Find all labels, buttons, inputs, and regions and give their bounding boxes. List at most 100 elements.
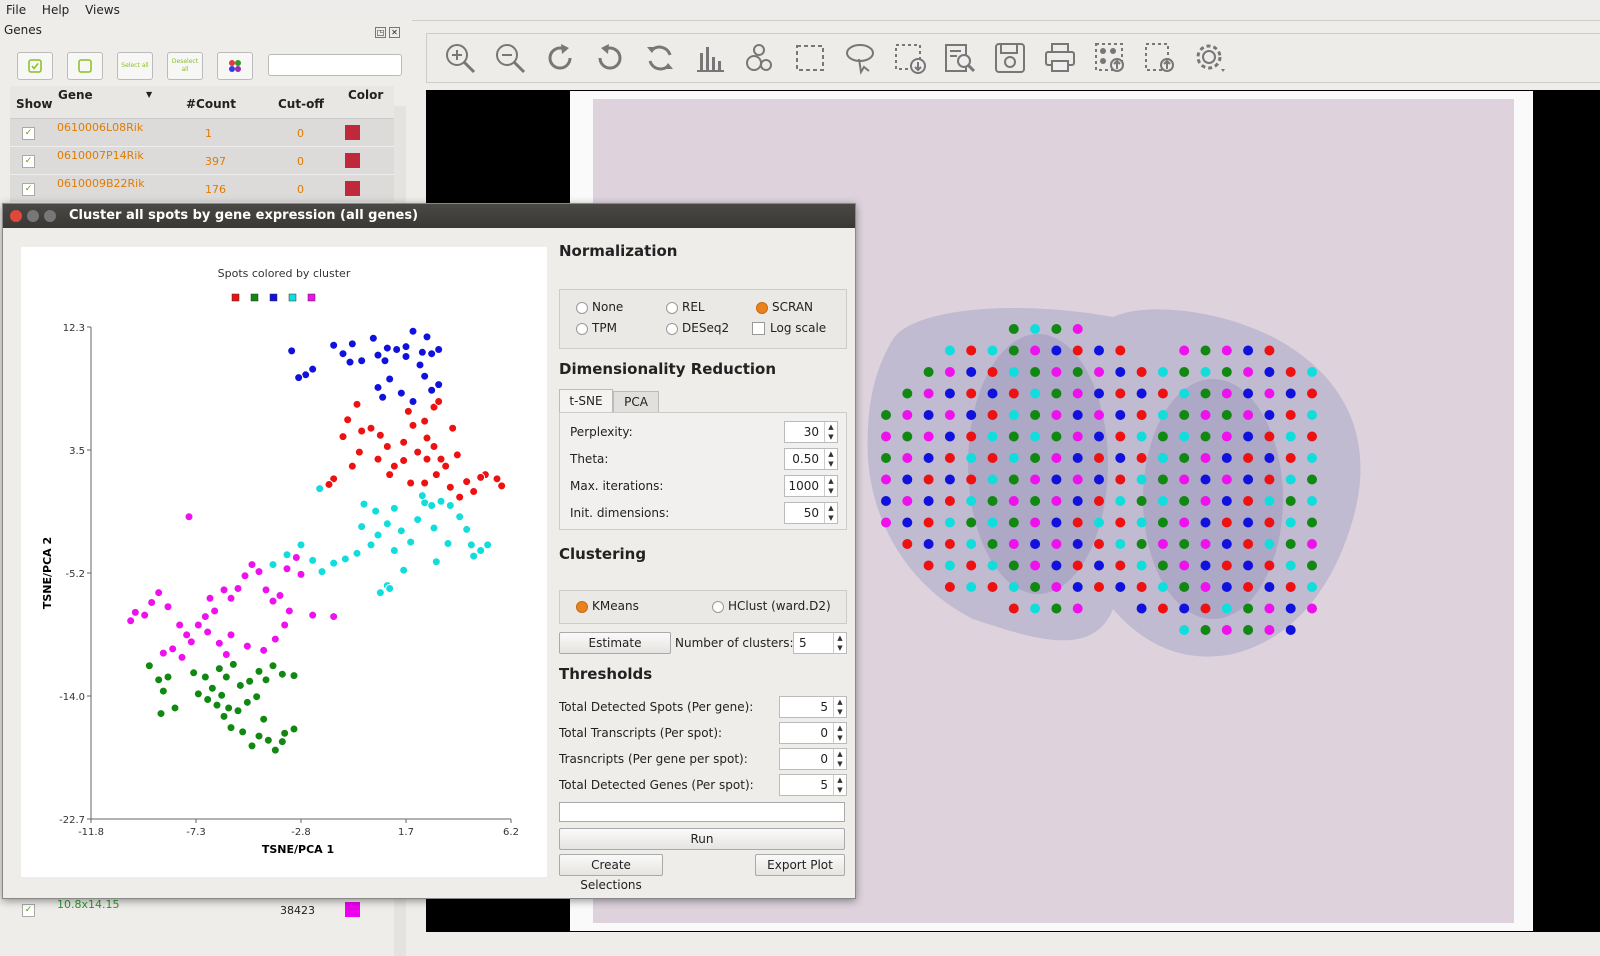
run-button[interactable]: Run xyxy=(559,828,845,850)
tissue-spot[interactable] xyxy=(1243,388,1254,399)
perplexity-spinbox[interactable]: 30 ▲ ▼ xyxy=(784,421,838,443)
tissue-spot[interactable] xyxy=(1200,625,1211,635)
tissue-spot[interactable] xyxy=(944,560,955,571)
tissue-spot[interactable] xyxy=(1264,496,1275,506)
tissue-spot[interactable] xyxy=(923,517,934,528)
show-checkbox[interactable]: ✓ xyxy=(22,155,35,168)
tissue-spot[interactable] xyxy=(902,517,913,528)
tissue-spot[interactable] xyxy=(1179,431,1190,442)
save-image-icon[interactable] xyxy=(993,41,1027,75)
tissue-spot[interactable] xyxy=(1030,367,1041,377)
tissue-spot[interactable] xyxy=(1264,431,1275,442)
tissue-spot[interactable] xyxy=(902,539,913,549)
tissue-spot[interactable] xyxy=(1072,582,1083,592)
tissue-spot[interactable] xyxy=(1008,603,1019,614)
close-icon[interactable]: ✕ xyxy=(389,27,400,38)
tissue-spot[interactable] xyxy=(1285,496,1296,506)
tissue-spot[interactable] xyxy=(1072,367,1083,377)
tissue-spot[interactable] xyxy=(1136,367,1147,377)
show-checkbox[interactable]: ✓ xyxy=(22,127,35,140)
tissue-spot[interactable] xyxy=(966,388,977,399)
tissue-spot[interactable] xyxy=(1157,388,1168,399)
tissue-spot[interactable] xyxy=(1307,431,1317,442)
tissue-spot[interactable] xyxy=(1136,582,1147,592)
tissue-spot[interactable] xyxy=(944,367,955,377)
tissue-spot[interactable] xyxy=(1030,324,1041,334)
tissue-spot[interactable] xyxy=(1094,367,1104,377)
tissue-spot[interactable] xyxy=(1051,560,1062,571)
tissue-spot[interactable] xyxy=(1221,582,1232,592)
tissue-spot[interactable] xyxy=(1051,324,1062,334)
color-palette-button[interactable] xyxy=(217,52,253,80)
tissue-spot[interactable] xyxy=(1030,410,1041,420)
tissue-spot[interactable] xyxy=(1157,496,1168,506)
tissue-spot[interactable] xyxy=(1285,474,1296,485)
tissue-spot[interactable] xyxy=(1072,453,1083,463)
tissue-spot[interactable] xyxy=(1221,410,1232,420)
tissue-spot[interactable] xyxy=(1115,388,1126,399)
tissue-spot[interactable] xyxy=(944,582,955,592)
tissue-spot[interactable] xyxy=(1200,582,1211,592)
tissue-spot[interactable] xyxy=(1094,539,1104,549)
tissue-spot[interactable] xyxy=(1030,560,1041,571)
tissue-spot[interactable] xyxy=(1285,560,1296,571)
tissue-spot[interactable] xyxy=(1285,453,1296,463)
tissue-spot[interactable] xyxy=(1115,496,1126,506)
tissue-spot[interactable] xyxy=(1200,431,1211,442)
tissue-spot[interactable] xyxy=(1243,474,1254,485)
col-color[interactable]: Color xyxy=(348,88,383,102)
tissue-spot[interactable] xyxy=(1221,496,1232,506)
tissue-spot[interactable] xyxy=(1200,517,1211,528)
tissue-spot[interactable] xyxy=(1285,367,1296,377)
num-clusters-spinbox[interactable]: 5 ▲ ▼ xyxy=(793,632,847,654)
tissue-spot[interactable] xyxy=(1136,560,1147,571)
radio-hclust[interactable] xyxy=(712,601,724,613)
tissue-spot[interactable] xyxy=(944,345,955,356)
tissue-spot[interactable] xyxy=(944,453,955,463)
threshold-spots-spinbox[interactable]: 5 ▲ ▼ xyxy=(779,696,847,718)
tissue-spot[interactable] xyxy=(1179,603,1190,614)
tissue-spot[interactable] xyxy=(944,539,955,549)
tissue-spot[interactable] xyxy=(966,539,977,549)
tissue-spot[interactable] xyxy=(966,345,977,356)
gene-cutoff[interactable]: 0 xyxy=(297,155,304,168)
tissue-spot[interactable] xyxy=(1030,345,1041,356)
tissue-spot[interactable] xyxy=(1030,453,1041,463)
tissue-spot[interactable] xyxy=(1030,517,1041,528)
tissue-spot[interactable] xyxy=(1157,453,1168,463)
color-swatch[interactable] xyxy=(345,153,360,168)
select-all-button[interactable]: Select all xyxy=(117,52,153,80)
theta-spinbox[interactable]: 0.50 ▲ ▼ xyxy=(784,448,838,470)
radio-scran[interactable] xyxy=(756,302,768,314)
col-cutoff[interactable]: Cut-off xyxy=(278,97,324,111)
tissue-spot[interactable] xyxy=(1221,431,1232,442)
tissue-spot[interactable] xyxy=(966,367,977,377)
tissue-spot[interactable] xyxy=(1221,345,1232,356)
tissue-spot[interactable] xyxy=(1051,582,1062,592)
tissue-spot[interactable] xyxy=(902,410,913,420)
dialog-titlebar[interactable]: Cluster all spots by gene expression (al… xyxy=(3,204,855,228)
show-checked-button[interactable] xyxy=(17,52,53,80)
bar-chart-icon[interactable] xyxy=(693,41,727,75)
tissue-spot[interactable] xyxy=(902,453,913,463)
tissue-spot[interactable] xyxy=(923,388,934,399)
maximize-icon[interactable] xyxy=(44,210,56,222)
tissue-spot[interactable] xyxy=(1243,582,1254,592)
tissue-spot[interactable] xyxy=(923,410,934,420)
tissue-spot[interactable] xyxy=(902,496,913,506)
tissue-spot[interactable] xyxy=(1285,539,1296,549)
tissue-spot[interactable] xyxy=(1008,453,1019,463)
tissue-spot[interactable] xyxy=(1200,367,1211,377)
tissue-spot[interactable] xyxy=(1179,367,1190,377)
gene-cutoff[interactable]: 0 xyxy=(297,127,304,140)
tissue-spot[interactable] xyxy=(1307,367,1317,377)
tissue-spot[interactable] xyxy=(1030,582,1041,592)
tissue-spot[interactable] xyxy=(1008,517,1019,528)
col-gene[interactable]: Gene xyxy=(58,88,93,102)
color-swatch[interactable] xyxy=(345,902,360,917)
table-row[interactable]: ✓ 0610006L08Rik 1 0 xyxy=(10,119,394,147)
tissue-spot[interactable] xyxy=(1072,431,1083,442)
tissue-spot[interactable] xyxy=(966,453,977,463)
tissue-spot[interactable] xyxy=(944,517,955,528)
tissue-spot[interactable] xyxy=(1285,388,1296,399)
